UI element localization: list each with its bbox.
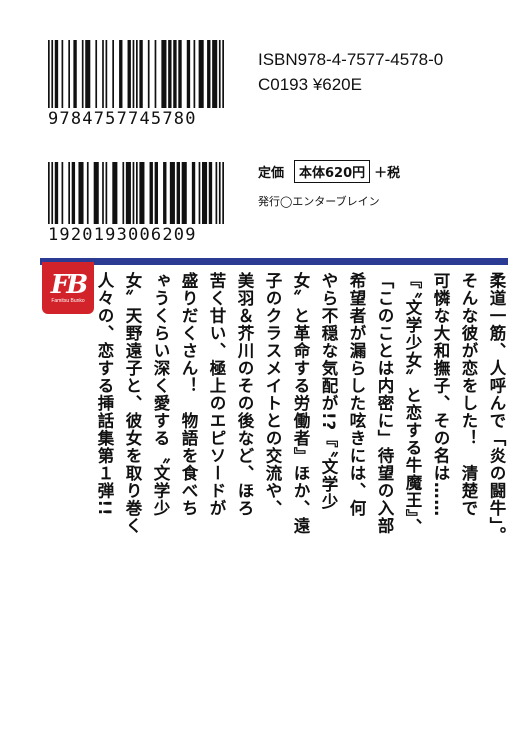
blurb-column: 女〟と革命する労働者』ほか、遠 [291,272,310,535]
barcode-bar [68,162,70,224]
barcode-bar [86,162,89,224]
barcode-bar [125,162,131,224]
barcode-bar [149,162,153,224]
barcode-bar [218,40,221,108]
barcode-bar [132,40,135,108]
publisher: 発行◯エンターブレイン [258,195,380,208]
barcode-bar [105,162,108,224]
blurb-column: 「このことは内密に」待望の入部 [375,272,394,535]
blurb-column: 柔道一筋、人呼んで「炎の闘牛」。 [487,272,506,544]
barcode-bar [193,40,196,108]
isbn-barcode: 9784757745780 [48,40,224,129]
barcode-bar [139,40,143,108]
barcode-bar [191,162,196,224]
barcode-bar [102,162,104,224]
barcode-bar [136,40,138,108]
barcode-bar [173,40,177,108]
barcode-bar [95,40,98,108]
barcode-bar [85,40,91,108]
barcode-bar [163,162,167,224]
barcode-bar [122,162,125,224]
barcode-bar [93,162,99,224]
barcode-bar [61,40,64,108]
barcode-bar [154,40,157,108]
barcode-bar [198,40,204,108]
barcode-bar [186,40,191,108]
barcode-bar [112,40,114,108]
barcode-bar [71,162,76,224]
back-cover-blurb: 柔道一筋、人呼んで「炎の闘牛」。 そんな彼が恋をした！ 清楚で 可憐な大和撫子、… [95,272,510,712]
barcode-bar [215,162,218,224]
barcode-bar [176,162,180,224]
barcode-bar [119,40,123,108]
price-line: 定価 本体620円 ＋税 [258,160,400,183]
famitsu-bunko-logo: FB Famitsu Bunko [42,262,94,314]
price-box: 本体620円 [294,160,371,183]
barcode-bar [147,40,150,108]
barcode-bar [222,40,224,108]
barcode-bar [48,162,50,224]
barcode-bar [208,162,213,224]
barcode-bar [222,162,224,224]
barcode-bar [218,162,221,224]
blurb-column: 『〝文学少女〟と恋する牛魔王』、 [403,272,422,536]
series-bar [40,258,508,265]
barcode-bar [207,40,211,108]
barcode-bar [169,162,175,224]
blurb-column: やら不穏な気配が!?『〝文学少 [319,272,338,511]
barcode-bar [68,40,70,108]
barcode-bar [154,162,158,224]
classification-code: C0193 ¥620E [258,75,362,94]
blurb-column: 女〟天野遠子と、彼女を取り巻く [123,272,142,535]
blurb-column: ゃうくらい深く愛する〝文学少 [151,272,170,517]
barcode-bar [178,40,182,108]
barcode-bar [212,40,218,108]
barcode-bar [48,40,50,108]
barcode-bar [51,162,54,224]
barcode-bar [73,40,77,108]
barcode-bar [54,40,59,108]
blurb-column: 人々の、恋する挿話集第１弾!! [95,272,114,517]
price-barcode-digits: 1920193006209 [48,225,197,245]
barcode-bar [139,162,145,224]
barcode-bar [78,162,84,224]
isbn-barcode-digits: 9784757745780 [48,109,197,129]
blurb-column: 希望者が漏らした呟きには、何 [347,272,366,517]
barcode-bar [54,162,59,224]
blurb-column: 美羽＆芥川のその後など、ほろ [235,272,254,517]
price-barcode: 1920193006209 [48,162,224,245]
isbn-barcode-bars [48,40,224,108]
barcode-bar [168,40,172,108]
isbn-number: ISBN978-4-7577-4578-0 [258,50,444,69]
price-tax: ＋税 [374,166,401,181]
barcode-bar [112,162,118,224]
barcode-bar [198,162,201,224]
barcode-bar [202,162,208,224]
barcode-bar [161,40,167,108]
isbn-info: ISBN978-4-7577-4578-0 C0193 ¥620E [258,47,443,97]
blurb-column: 盛りだくさん！ 物語を食べち [179,272,198,517]
barcode-bar [127,40,131,108]
barcode-bar [81,40,84,108]
barcode-bar [181,162,187,224]
blurb-column: そんな彼が恋をした！ 清楚で [459,272,478,517]
barcode-bar [136,162,138,224]
blurb-column: 苦く甘い、極上のエピソードが [207,272,226,517]
barcode-bar [132,162,135,224]
logo-subtitle: Famitsu Bunko [51,297,85,304]
price-label: 定価 [258,166,285,181]
price-barcode-bars [48,162,224,224]
blurb-column: 可憐な大和撫子、その名は…… [431,272,450,517]
logo-mark: FB [50,269,88,300]
barcode-bar [61,162,64,224]
barcode-bar [102,40,104,108]
blurb-column: 子のクラスメイトとの交流や、 [263,272,282,517]
barcode-bar [51,40,54,108]
barcode-bar [105,40,108,108]
